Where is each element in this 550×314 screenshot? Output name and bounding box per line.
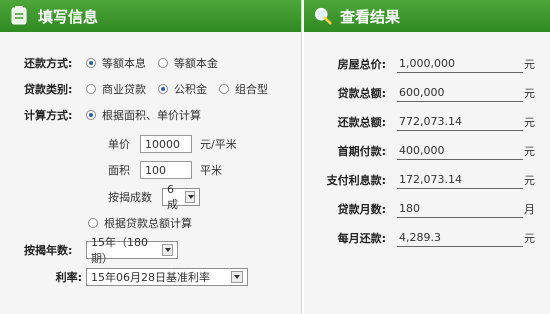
- radio-button[interactable]: [86, 110, 96, 120]
- result-row: 首期付款: 400,000 元: [337, 143, 535, 160]
- chevron-down-icon[interactable]: [185, 191, 195, 203]
- repay-option-equal-principal[interactable]: 等额本金: [158, 55, 218, 71]
- unit-price-label: 单价: [108, 138, 130, 151]
- loan-type-commercial[interactable]: 商业贷款: [86, 81, 146, 97]
- calc-by-total-row: 根据贷款总额计算: [88, 214, 204, 232]
- radio-button[interactable]: [88, 218, 98, 228]
- result-row: 房屋总价: 1,000,000 元: [337, 56, 535, 73]
- calc-by-total-option[interactable]: 根据贷款总额计算: [88, 215, 192, 231]
- calc-method-label: 计算方式:: [24, 109, 73, 122]
- result-row: 贷款月数: 180 月: [337, 201, 535, 218]
- repay-method-row: 还款方式: 等额本息 等额本金: [24, 54, 230, 72]
- rate-label: 利率:: [55, 271, 82, 284]
- loan-type-row: 贷款类别: 商业贷款 公积金 组合型: [24, 80, 280, 98]
- result-panel-title: 查看结果: [340, 8, 401, 26]
- loan-type-combined[interactable]: 组合型: [219, 81, 268, 97]
- radio-button[interactable]: [158, 58, 168, 68]
- result-row: 每月还款: 4,289.3 元: [337, 230, 535, 247]
- years-label: 按揭年数:: [24, 244, 73, 257]
- calc-method-row: 计算方式: 根据面积、单价计算: [24, 106, 213, 124]
- input-panel-header: 填写信息: [0, 0, 301, 32]
- area-label: 面积: [108, 164, 130, 177]
- radio-button[interactable]: [86, 58, 96, 68]
- document-icon: [11, 6, 27, 25]
- years-row: 按揭年数: 15年（180期）: [24, 236, 178, 265]
- ratio-select[interactable]: 6成: [162, 183, 200, 211]
- ratio-label: 按揭成数: [108, 191, 152, 204]
- repay-method-label: 还款方式:: [24, 57, 73, 70]
- unit-price-input[interactable]: 10000: [140, 135, 192, 153]
- area-unit: 平米: [200, 164, 222, 177]
- ratio-row: 按揭成数 6成: [108, 183, 200, 211]
- rate-select[interactable]: 15年06月28日基准利率: [86, 268, 248, 286]
- input-panel: 填写信息 还款方式: 等额本息 等额本金 贷款类别: 商业贷款 公积金 组合型 …: [0, 0, 302, 314]
- radio-button[interactable]: [219, 84, 229, 94]
- chevron-down-icon[interactable]: [231, 271, 243, 283]
- area-input[interactable]: 100: [140, 161, 192, 179]
- loan-type-label: 贷款类别:: [24, 83, 73, 96]
- chevron-down-icon[interactable]: [162, 244, 173, 256]
- magnifier-icon: [314, 7, 332, 25]
- area-row: 面积 100 平米: [108, 161, 222, 179]
- result-row: 还款总额: 772,073.14 元: [337, 114, 535, 131]
- rate-row: 利率: 15年06月28日基准利率: [24, 268, 248, 286]
- result-panel-header: 查看结果: [304, 0, 550, 32]
- result-panel: 查看结果 房屋总价: 1,000,000 元 贷款总额: 600,000 元 还…: [304, 0, 550, 314]
- calc-by-area-option[interactable]: 根据面积、单价计算: [86, 107, 201, 123]
- result-row: 贷款总额: 600,000 元: [337, 85, 535, 102]
- repay-option-equal-installment[interactable]: 等额本息: [86, 55, 146, 71]
- unit-price-row: 单价 10000 元/平米: [108, 135, 237, 153]
- loan-type-provident-fund[interactable]: 公积金: [158, 81, 207, 97]
- input-panel-title: 填写信息: [38, 8, 99, 26]
- years-select[interactable]: 15年（180期）: [86, 236, 178, 265]
- radio-button[interactable]: [158, 84, 168, 94]
- result-row: 支付利息款: 172,073.14 元: [326, 172, 535, 189]
- unit-price-unit: 元/平米: [200, 138, 237, 151]
- radio-button[interactable]: [86, 84, 96, 94]
